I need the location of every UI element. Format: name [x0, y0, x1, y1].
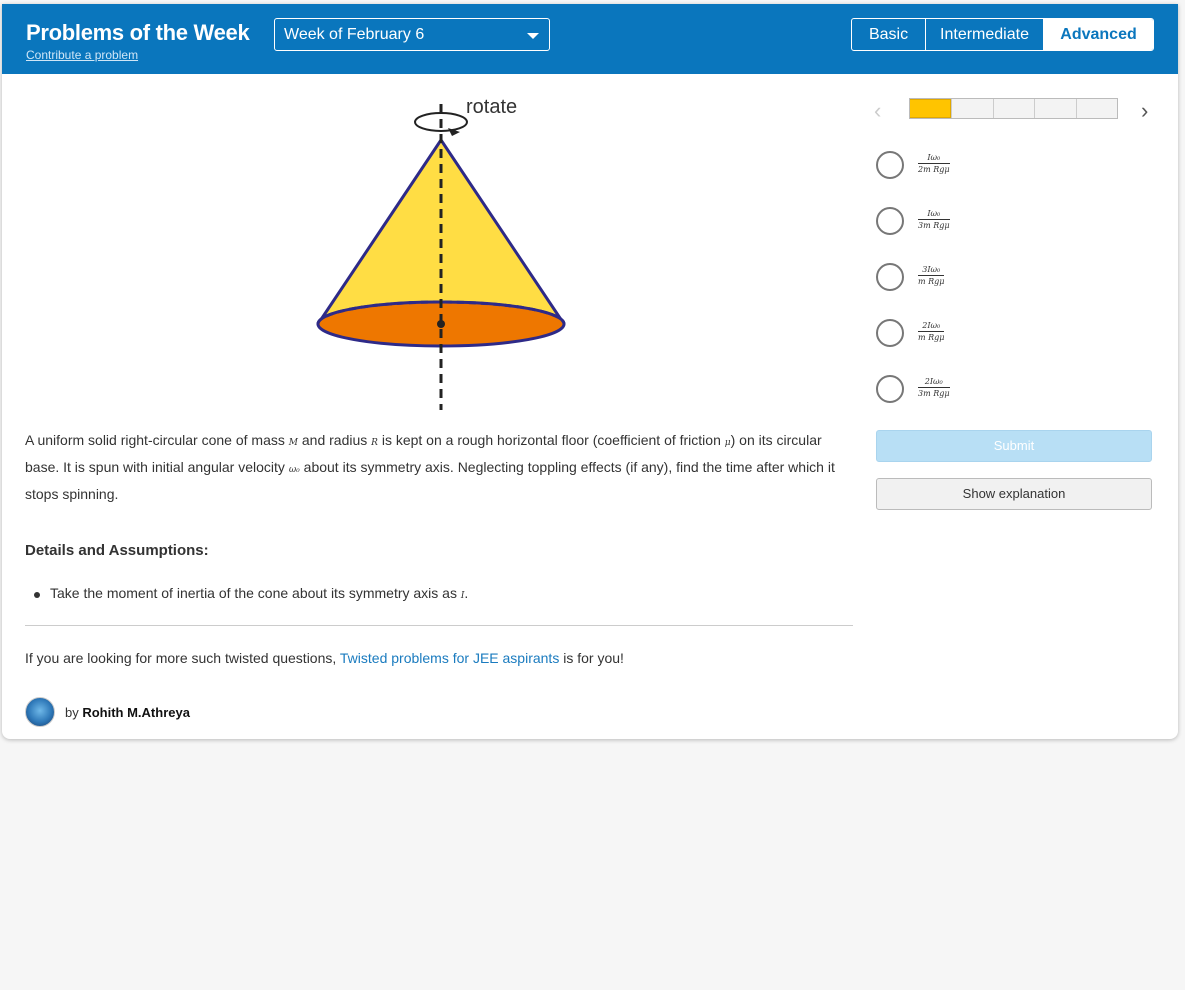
problem-statement: A uniform solid right-circular cone of m… [25, 428, 855, 506]
fraction-denominator: m Rgμ [918, 333, 945, 342]
radio-button[interactable] [876, 319, 904, 347]
answer-option-4[interactable]: 2Iω₀ m Rgμ [876, 318, 1036, 348]
var-radius: R [371, 438, 378, 448]
week-select[interactable]: Week of February 6 [274, 18, 550, 51]
problem-text: is kept on a rough horizontal floor (coe… [377, 432, 725, 448]
answer-option-2[interactable]: Iω₀ 3m Rgμ [876, 206, 1036, 236]
radio-button[interactable] [876, 151, 904, 179]
week-select-value: Week of February 6 [284, 26, 425, 43]
level-toggle: Basic Intermediate Advanced [851, 18, 1154, 51]
page-title: Problems of the Week [26, 20, 250, 45]
problem-text: and radius [297, 432, 372, 448]
radio-button[interactable] [876, 375, 904, 403]
answer-option-3[interactable]: 3Iω₀ m Rgμ [876, 262, 1036, 292]
promo-text: If you are looking for more such twisted… [25, 650, 624, 666]
rotate-label: rotate [466, 96, 518, 118]
fraction-numerator: 2Iω₀ [918, 321, 945, 332]
author-byline: by Rohith M.Athreya [65, 705, 190, 720]
byline-prefix: by [65, 705, 83, 720]
details-heading: Details and Assumptions: [25, 542, 209, 559]
progress-segment [1034, 99, 1075, 118]
details-item: Take the moment of inertia of the cone a… [50, 585, 468, 601]
var-omega0: ω₀ [288, 465, 300, 475]
promo-before: If you are looking for more such twisted… [25, 650, 340, 666]
problem-text: A uniform solid right-circular cone of m… [25, 432, 289, 448]
details-item-text: Take the moment of inertia of the cone a… [50, 585, 461, 601]
submit-button[interactable]: Submit [876, 430, 1152, 462]
promo-after: is for you! [559, 650, 624, 666]
answer-option-1[interactable]: Iω₀ 2m Rgμ [876, 150, 1036, 180]
cone-figure [316, 104, 566, 410]
details-item-end: . [464, 585, 469, 601]
progress-segment [910, 99, 952, 118]
fraction-denominator: 3m Rgμ [918, 389, 950, 398]
radio-button[interactable] [876, 207, 904, 235]
base-center-dot [437, 320, 445, 328]
progress-bar [909, 98, 1118, 119]
option-fraction: 2Iω₀ m Rgμ [918, 321, 945, 342]
fraction-numerator: Iω₀ [918, 209, 950, 220]
fraction-denominator: 3m Rgμ [918, 221, 950, 230]
fraction-numerator: 3Iω₀ [918, 265, 945, 276]
chevron-right-icon[interactable]: › [1141, 98, 1148, 124]
fraction-denominator: m Rgμ [918, 277, 945, 286]
radio-button[interactable] [876, 263, 904, 291]
level-intermediate-button[interactable]: Intermediate [925, 19, 1043, 50]
avatar[interactable] [25, 697, 55, 727]
progress-segment [992, 99, 1034, 118]
option-fraction: Iω₀ 3m Rgμ [918, 209, 950, 230]
fraction-denominator: 2m Rgμ [918, 165, 950, 174]
show-explanation-button[interactable]: Show explanation [876, 478, 1152, 510]
contribute-link[interactable]: Contribute a problem [26, 48, 138, 62]
answer-option-5[interactable]: 2Iω₀ 3m Rgμ [876, 374, 1036, 404]
twisted-problems-link[interactable]: Twisted problems for JEE aspirants [340, 650, 559, 666]
option-fraction: 3Iω₀ m Rgμ [918, 265, 945, 286]
level-advanced-button[interactable]: Advanced [1043, 19, 1153, 50]
progress-segment [1075, 99, 1117, 118]
var-mass: M [288, 438, 298, 448]
author-name[interactable]: Rohith M.Athreya [82, 705, 190, 720]
chevron-down-icon [527, 33, 539, 39]
header-bar: Problems of the Week Contribute a proble… [2, 4, 1178, 74]
level-basic-button[interactable]: Basic [852, 19, 925, 50]
chevron-left-icon[interactable]: ‹ [874, 98, 881, 124]
option-fraction: Iω₀ 2m Rgμ [918, 153, 950, 174]
progress-segment [951, 99, 992, 118]
bullet-icon [34, 592, 40, 598]
divider [25, 625, 853, 626]
option-fraction: 2Iω₀ 3m Rgμ [918, 377, 950, 398]
fraction-numerator: Iω₀ [918, 153, 950, 164]
fraction-numerator: 2Iω₀ [918, 377, 950, 388]
